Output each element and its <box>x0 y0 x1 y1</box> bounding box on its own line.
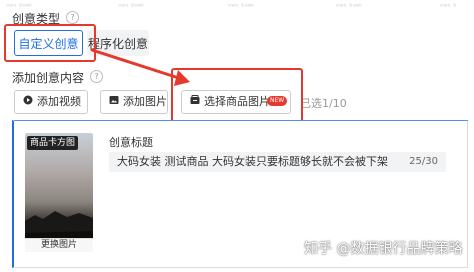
image-badge: 商品卡方图 <box>27 136 79 150</box>
change-image-button[interactable]: 更换图片 <box>25 238 93 252</box>
zhihu-watermark: 知乎 @数据银行品牌策略 <box>304 241 463 257</box>
creative-title-label: 创意标题 <box>109 136 153 149</box>
product-image-thumbnail[interactable] <box>25 133 93 247</box>
title-char-count: 25/30 <box>409 156 438 167</box>
creative-title-value: 大码女装 测试商品 大码女装只要标题够长就不会被下架 <box>117 155 388 168</box>
creative-title-input[interactable]: 大码女装 测试商品 大码女装只要标题够长就不会被下架 25/30 <box>109 152 446 172</box>
card-header-line <box>14 120 468 121</box>
